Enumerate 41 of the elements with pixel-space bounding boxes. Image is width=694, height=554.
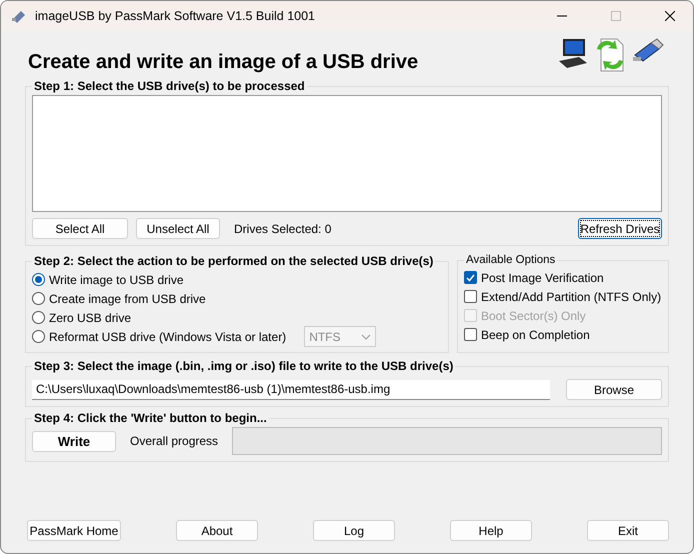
option-label: Zero USB drive bbox=[49, 310, 132, 324]
group-title: Step 2: Select the action to be performed on the selected USB drive(s) bbox=[33, 254, 434, 268]
maximize-icon bbox=[611, 11, 621, 21]
image-path-field[interactable]: C:\Users\luxaq\Downloads\memtest86-usb (1)\memtest86-usb.img bbox=[32, 380, 550, 400]
footer-button[interactable]: Exit bbox=[587, 520, 669, 541]
group-title: Available Options bbox=[465, 254, 556, 266]
select-all-button[interactable]: Select All bbox=[32, 218, 128, 239]
footer-button[interactable]: About bbox=[176, 520, 258, 541]
write-button[interactable]: Write bbox=[32, 430, 116, 452]
option-label: Extend/Add Partition (NTFS Only) bbox=[481, 290, 662, 304]
unselect-all-button[interactable]: Unselect All bbox=[136, 218, 220, 239]
browse-button[interactable]: Browse bbox=[566, 379, 662, 400]
group-title: Step 4: Click the 'Write' button to begin... bbox=[33, 411, 268, 425]
window-title: imageUSB by PassMark Software V1.5 Build 1001 bbox=[35, 9, 316, 23]
usb-drive-icon bbox=[11, 9, 27, 23]
drive-list[interactable] bbox=[32, 95, 662, 212]
progress-label: Overall progress bbox=[130, 434, 218, 448]
option-label: Post Image Verification bbox=[481, 270, 604, 284]
chevron-down-icon bbox=[361, 334, 372, 340]
footer-button[interactable]: Help bbox=[450, 520, 532, 541]
radio-button[interactable] bbox=[32, 311, 45, 324]
option-label: Beep on Completion bbox=[481, 328, 590, 342]
option-label: Reformat USB drive (Windows Vista or later) bbox=[49, 330, 286, 344]
radio-button[interactable] bbox=[32, 330, 45, 343]
radio-button[interactable] bbox=[32, 292, 45, 305]
checkbox[interactable] bbox=[464, 271, 477, 284]
group-title: Step 1: Select the USB drive(s) to be processed bbox=[33, 79, 306, 93]
option-label: Create image from USB drive bbox=[49, 292, 206, 306]
option-label: Write image to USB drive bbox=[49, 272, 184, 286]
page-heading: Create and write an image of a USB drive bbox=[28, 51, 418, 74]
option-label: Boot Sector(s) Only bbox=[481, 308, 586, 322]
radio-button[interactable] bbox=[32, 273, 45, 286]
checkbox[interactable] bbox=[464, 290, 477, 303]
close-icon bbox=[665, 11, 675, 21]
footer-button[interactable]: Log bbox=[313, 520, 395, 541]
group-title: Step 3: Select the image (.bin, .img or .iso) file to write to the USB drive(s) bbox=[33, 359, 454, 373]
computer-icon bbox=[557, 37, 589, 69]
drives-selected-label: Drives Selected: 0 bbox=[234, 222, 332, 236]
checkbox[interactable] bbox=[464, 328, 477, 341]
footer-button[interactable]: PassMark Home bbox=[27, 520, 121, 541]
refresh-drives-button[interactable]: Refresh Drives bbox=[578, 218, 662, 239]
